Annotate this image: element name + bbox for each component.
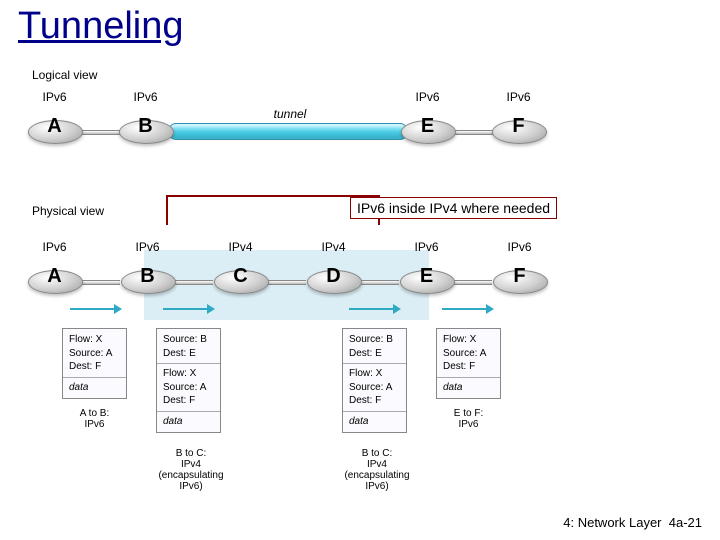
node-A-logical: A: [28, 112, 81, 142]
node-B: B: [121, 262, 174, 292]
proto-E-logical: IPv6: [405, 90, 450, 104]
arrow-ab: [70, 308, 120, 310]
tunnel-label: tunnel: [260, 107, 320, 121]
logical-view-label: Logical view: [32, 68, 97, 82]
footer-chapter: 4: Network Layer: [563, 515, 661, 530]
callout-bracket-top: [166, 195, 380, 197]
proto-D: IPv4: [311, 240, 356, 254]
caption-ab: A to B: IPv6: [62, 408, 127, 430]
footer-page: 4a-21: [669, 515, 702, 530]
arrow-bc: [163, 308, 213, 310]
footer: 4: Network Layer 4a-21: [563, 515, 702, 530]
node-F: F: [493, 262, 546, 292]
proto-C: IPv4: [218, 240, 263, 254]
tunnel-pipe: [168, 123, 408, 140]
physical-view-label: Physical view: [32, 204, 104, 218]
arrow-de: [349, 308, 399, 310]
proto-A-logical: IPv6: [32, 90, 77, 104]
proto-E: IPv6: [404, 240, 449, 254]
proto-B-logical: IPv6: [123, 90, 168, 104]
callout: IPv6 inside IPv4 where needed: [350, 197, 557, 219]
proto-F-logical: IPv6: [496, 90, 541, 104]
node-E: E: [400, 262, 453, 292]
node-B-logical: B: [119, 112, 172, 142]
proto-A: IPv6: [32, 240, 77, 254]
proto-F: IPv6: [497, 240, 542, 254]
packet-bc: Source: B Dest: E Flow: X Source: A Dest…: [156, 328, 221, 433]
packet-ef: Flow: X Source: A Dest: F data: [436, 328, 501, 399]
node-F-logical: F: [492, 112, 545, 142]
caption-ef: E to F: IPv6: [436, 408, 501, 430]
arrow-ef: [442, 308, 492, 310]
packet-ab: Flow: X Source: A Dest: F data: [62, 328, 127, 399]
node-D: D: [307, 262, 360, 292]
caption-bc: B to C: IPv4 (encapsulating IPv6): [146, 448, 236, 492]
node-A: A: [28, 262, 81, 292]
packet-de: Source: B Dest: E Flow: X Source: A Dest…: [342, 328, 407, 433]
node-E-logical: E: [401, 112, 454, 142]
callout-bracket-left: [166, 195, 168, 225]
node-C: C: [214, 262, 267, 292]
proto-B: IPv6: [125, 240, 170, 254]
caption-de: B to C: IPv4 (encapsulating IPv6): [332, 448, 422, 492]
page-title: Tunneling: [18, 5, 184, 48]
